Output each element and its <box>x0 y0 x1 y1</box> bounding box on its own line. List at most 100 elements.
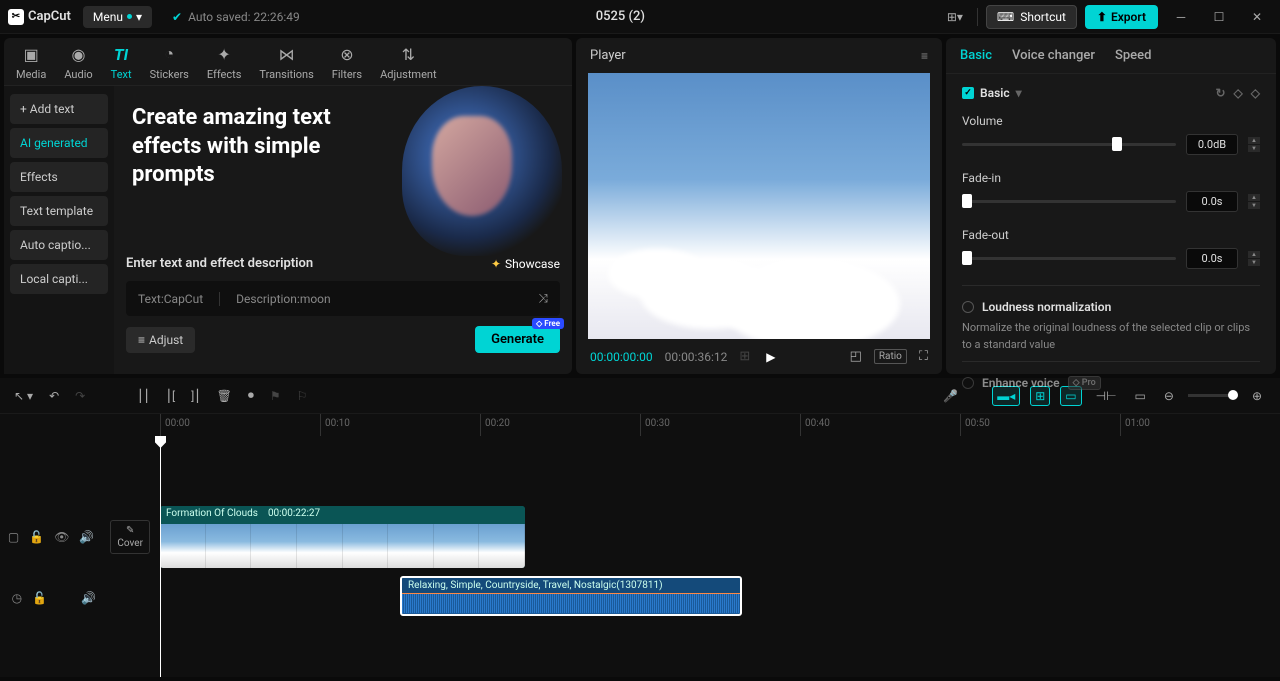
tab-effects[interactable]: ✦Effects <box>207 44 242 81</box>
track-icon[interactable]: ▢ <box>8 530 19 544</box>
adjust-row: ≡Adjust Generate ◇ Free <box>126 326 560 353</box>
minimize-button[interactable]: ─ <box>1166 3 1196 31</box>
split-right-tool[interactable]: ]⎮ <box>191 389 200 403</box>
fullscreen-icon[interactable]: ⛶ <box>919 349 928 364</box>
sidebar-auto-captions[interactable]: Auto captio... <box>10 230 108 260</box>
menu-button[interactable]: Menu ▾ <box>83 6 152 28</box>
ratio-button[interactable]: Ratio <box>874 349 907 364</box>
volume-value[interactable]: 0.0dB <box>1186 134 1238 155</box>
playhead[interactable] <box>160 436 161 677</box>
split-left-tool[interactable]: ⎮[ <box>166 389 175 403</box>
sidebar-local-captions[interactable]: Local capti... <box>10 264 108 294</box>
mute-icon[interactable]: 🔊 <box>79 530 94 544</box>
redo-button[interactable]: ↷ <box>75 389 85 403</box>
inspector-body: ✓ Basic ▾ ↻ ◇ ◇ Volume 0.0dB ▲▼ Fade-in … <box>946 74 1276 408</box>
prompt-desc-field: Description:moon <box>236 292 331 306</box>
generate-button[interactable]: Generate ◇ Free <box>475 326 560 353</box>
volume-stepper[interactable]: ▲▼ <box>1248 137 1260 152</box>
undo-button[interactable]: ↶ <box>49 389 59 403</box>
fadein-slider[interactable] <box>962 200 1176 203</box>
shuffle-icon[interactable]: ⤨ <box>538 291 548 306</box>
volume-slider[interactable] <box>962 143 1176 146</box>
crop-icon[interactable]: ◰ <box>850 349 862 364</box>
clock-icon[interactable]: ◷ <box>12 591 22 605</box>
maximize-button[interactable]: ☐ <box>1204 3 1234 31</box>
player-menu-icon[interactable]: ≡ <box>921 49 928 63</box>
keyframe-prev-icon[interactable]: ◇ <box>1234 86 1243 100</box>
fadein-value[interactable]: 0.0s <box>1186 191 1238 212</box>
tab-media[interactable]: ▣Media <box>16 44 46 81</box>
play-button[interactable]: ▶ <box>766 350 775 364</box>
current-timecode: 00:00:00:00 <box>590 350 653 364</box>
timeline-area: ↖ ▾ ↶ ↷ ⎮⎮ ⎮[ ]⎮ 🗑 ⏺ ⚑ ⚐ 🎤 ▬◂ ⊞ ▭ ⊣⊢ ▭ ⊖… <box>0 378 1280 677</box>
video-track-head: ▢ 🔓 👁 🔊 ✎Cover <box>0 506 160 568</box>
radio-icon[interactable] <box>962 377 974 389</box>
tab-transitions[interactable]: ⋈Transitions <box>259 44 313 81</box>
tab-basic[interactable]: Basic <box>960 48 992 63</box>
fadeout-slider[interactable] <box>962 257 1176 260</box>
reset-icon[interactable]: ↻ <box>1215 86 1225 100</box>
fadeout-row: 0.0s ▲▼ <box>962 248 1260 269</box>
select-tool[interactable]: ↖ ▾ <box>14 389 33 403</box>
tab-filters[interactable]: ⊗Filters <box>332 44 362 81</box>
fadeout-value[interactable]: 0.0s <box>1186 248 1238 269</box>
transitions-icon: ⋈ <box>279 44 295 64</box>
app-name: CapCut <box>28 9 71 24</box>
ruler-mark: 00:10 <box>320 414 480 436</box>
sidebar-effects[interactable]: Effects <box>10 162 108 192</box>
lock-icon[interactable]: 🔓 <box>29 530 44 544</box>
timeline-ruler[interactable]: 00:00 00:10 00:20 00:30 00:40 00:50 01:0… <box>0 414 1280 436</box>
fadeout-stepper[interactable]: ▲▼ <box>1248 251 1260 266</box>
record-tool[interactable]: ⏺ <box>248 388 254 403</box>
video-clip-header: Formation Of Clouds 00:00:22:27 <box>160 506 525 524</box>
hero-section: Create amazing text effects with simple … <box>114 86 572 256</box>
chevron-down-icon: ▾ <box>136 10 142 24</box>
tab-text[interactable]: TIText <box>111 44 132 81</box>
tab-speed[interactable]: Speed <box>1115 48 1151 63</box>
split-tool[interactable]: ⎮⎮ <box>137 389 150 403</box>
layout-icon[interactable]: ⊞▾ <box>941 3 969 31</box>
duration-timecode: 00:00:36:12 <box>665 350 728 364</box>
sidebar-ai-generated[interactable]: AI generated <box>10 128 108 158</box>
flag2-tool[interactable]: ⚐ <box>297 389 308 403</box>
loudness-label: Loudness normalization <box>982 300 1111 314</box>
mic-icon[interactable]: 🎤 <box>939 387 962 405</box>
fadein-row: 0.0s ▲▼ <box>962 191 1260 212</box>
adjust-button[interactable]: ≡Adjust <box>126 327 195 353</box>
export-label: Export <box>1111 10 1146 24</box>
tab-voice-changer[interactable]: Voice changer <box>1012 48 1095 63</box>
flag-tool[interactable]: ⚑ <box>270 389 281 403</box>
tab-stickers[interactable]: ◔Stickers <box>150 44 189 81</box>
eye-icon[interactable]: 👁 <box>54 530 69 544</box>
video-clip[interactable]: Formation Of Clouds 00:00:22:27 <box>160 506 525 568</box>
shortcut-button[interactable]: ⌨ Shortcut <box>986 5 1077 29</box>
export-button[interactable]: ⬆ Export <box>1085 5 1158 29</box>
tab-adjustment[interactable]: ⇅Adjustment <box>380 44 437 81</box>
compare-icon[interactable]: ⊞ <box>739 349 750 364</box>
keyframe-next-icon[interactable]: ◇ <box>1251 86 1260 100</box>
cover-button[interactable]: ✎Cover <box>110 520 150 554</box>
player-viewport[interactable] <box>588 73 930 339</box>
sliders-icon: ≡ <box>138 333 145 347</box>
close-button[interactable]: ✕ <box>1242 3 1272 31</box>
checkbox-icon[interactable]: ✓ <box>962 87 974 99</box>
keyboard-icon: ⌨ <box>997 10 1014 24</box>
fadein-stepper[interactable]: ▲▼ <box>1248 194 1260 209</box>
loudness-row[interactable]: Loudness normalization <box>962 300 1260 314</box>
sidebar-text-template[interactable]: Text template <box>10 196 108 226</box>
zoom-slider[interactable] <box>1188 394 1238 397</box>
lock-icon[interactable]: 🔓 <box>32 591 47 605</box>
audio-track-head: ◷ 🔓 🔊 <box>0 576 160 620</box>
delete-tool[interactable]: 🗑 <box>217 389 232 403</box>
audio-clip[interactable]: Relaxing, Simple, Countryside, Travel, N… <box>400 576 742 616</box>
timeline-tracks[interactable]: ▢ 🔓 👁 🔊 ✎Cover Formation Of Clouds 00:00… <box>0 436 1280 677</box>
mute-icon[interactable]: 🔊 <box>81 591 96 605</box>
sidebar-add-text[interactable]: Add text <box>10 94 108 124</box>
enhance-row[interactable]: Enhance voice ◇ Pro <box>962 376 1260 390</box>
radio-icon[interactable] <box>962 301 974 313</box>
tab-audio[interactable]: ◉Audio <box>64 44 92 81</box>
pro-badge: ◇ Pro <box>1068 376 1101 390</box>
menu-dot-icon <box>127 14 132 19</box>
showcase-button[interactable]: ✦Showcase <box>491 257 560 271</box>
prompt-input-row[interactable]: Text:CapCut Description:moon ⤨ <box>126 281 560 316</box>
